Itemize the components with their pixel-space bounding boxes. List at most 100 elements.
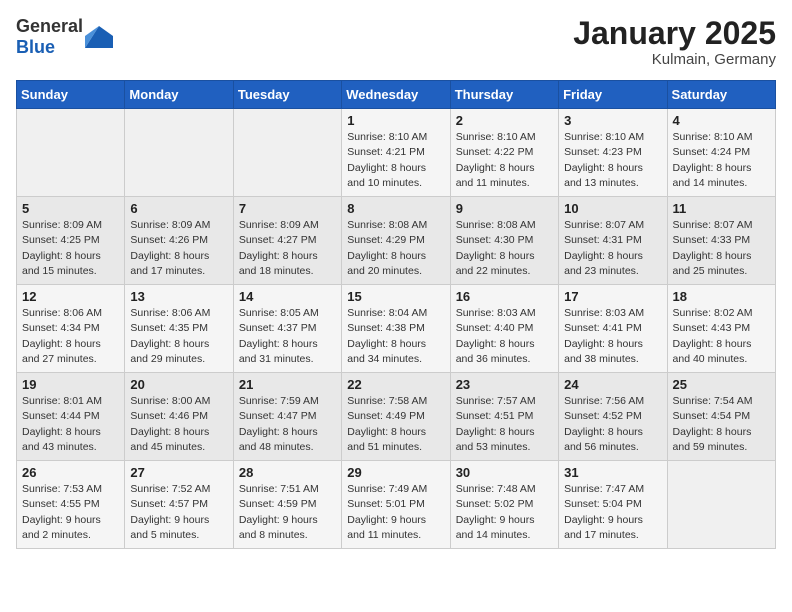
- day-number: 4: [673, 113, 770, 128]
- table-row: 23 Sunrise: 7:57 AMSunset: 4:51 PMDayligh…: [450, 373, 558, 461]
- table-row: 3 Sunrise: 8:10 AMSunset: 4:23 PMDaylight…: [559, 109, 667, 197]
- location: Kulmain, Germany: [573, 51, 776, 68]
- logo-general: General: [16, 16, 83, 36]
- table-row: 30 Sunrise: 7:48 AMSunset: 5:02 PMDayligh…: [450, 461, 558, 549]
- day-number: 16: [456, 289, 553, 304]
- header-sunday: Sunday: [17, 81, 125, 109]
- day-info: Sunrise: 8:10 AMSunset: 4:21 PMDaylight:…: [347, 130, 444, 191]
- day-info: Sunrise: 8:10 AMSunset: 4:23 PMDaylight:…: [564, 130, 661, 191]
- day-number: 13: [130, 289, 227, 304]
- day-info: Sunrise: 8:00 AMSunset: 4:46 PMDaylight:…: [130, 394, 227, 455]
- table-row: [667, 461, 775, 549]
- day-number: 6: [130, 201, 227, 216]
- table-row: 16 Sunrise: 8:03 AMSunset: 4:40 PMDayligh…: [450, 285, 558, 373]
- table-row: [233, 109, 341, 197]
- day-info: Sunrise: 7:59 AMSunset: 4:47 PMDaylight:…: [239, 394, 336, 455]
- day-info: Sunrise: 7:47 AMSunset: 5:04 PMDaylight:…: [564, 482, 661, 543]
- day-info: Sunrise: 7:49 AMSunset: 5:01 PMDaylight:…: [347, 482, 444, 543]
- table-row: 20Sunrise: 8:00 AMSunset: 4:46 PMDayligh…: [125, 373, 233, 461]
- day-number: 27: [130, 465, 227, 480]
- table-row: 24 Sunrise: 7:56 AMSunset: 4:52 PMDayligh…: [559, 373, 667, 461]
- day-info: Sunrise: 8:03 AMSunset: 4:41 PMDaylight:…: [564, 306, 661, 367]
- day-number: 26: [22, 465, 119, 480]
- day-number: 29: [347, 465, 444, 480]
- day-info: Sunrise: 7:51 AMSunset: 4:59 PMDaylight:…: [239, 482, 336, 543]
- table-row: 31 Sunrise: 7:47 AMSunset: 5:04 PMDayligh…: [559, 461, 667, 549]
- table-row: 7Sunrise: 8:09 AMSunset: 4:27 PMDaylight…: [233, 197, 341, 285]
- day-number: 28: [239, 465, 336, 480]
- day-info: Sunrise: 8:06 AMSunset: 4:34 PMDaylight:…: [22, 306, 119, 367]
- day-info: Sunrise: 8:03 AMSunset: 4:40 PMDaylight:…: [456, 306, 553, 367]
- day-number: 30: [456, 465, 553, 480]
- day-info: Sunrise: 8:09 AMSunset: 4:27 PMDaylight:…: [239, 218, 336, 279]
- day-info: Sunrise: 8:08 AMSunset: 4:29 PMDaylight:…: [347, 218, 444, 279]
- day-number: 5: [22, 201, 119, 216]
- logo-blue: Blue: [16, 37, 55, 57]
- day-info: Sunrise: 7:52 AMSunset: 4:57 PMDaylight:…: [130, 482, 227, 543]
- calendar-week-row: 5 Sunrise: 8:09 AMSunset: 4:25 PMDaylight…: [17, 197, 776, 285]
- day-info: Sunrise: 8:09 AMSunset: 4:26 PMDaylight:…: [130, 218, 227, 279]
- calendar-week-row: 1Sunrise: 8:10 AMSunset: 4:21 PMDaylight…: [17, 109, 776, 197]
- month-title: January 2025: [573, 16, 776, 51]
- logo-icon: [85, 26, 113, 48]
- table-row: 2 Sunrise: 8:10 AMSunset: 4:22 PMDaylight…: [450, 109, 558, 197]
- day-number: 24: [564, 377, 661, 392]
- header-thursday: Thursday: [450, 81, 558, 109]
- table-row: 18Sunrise: 8:02 AMSunset: 4:43 PMDayligh…: [667, 285, 775, 373]
- table-row: 19 Sunrise: 8:01 AMSunset: 4:44 PMDayligh…: [17, 373, 125, 461]
- calendar-week-row: 26 Sunrise: 7:53 AMSunset: 4:55 PMDayligh…: [17, 461, 776, 549]
- day-number: 23: [456, 377, 553, 392]
- day-info: Sunrise: 8:05 AMSunset: 4:37 PMDaylight:…: [239, 306, 336, 367]
- day-number: 15: [347, 289, 444, 304]
- table-row: 26 Sunrise: 7:53 AMSunset: 4:55 PMDayligh…: [17, 461, 125, 549]
- table-row: 10 Sunrise: 8:07 AMSunset: 4:31 PMDayligh…: [559, 197, 667, 285]
- logo-text: General Blue: [16, 16, 83, 58]
- day-number: 10: [564, 201, 661, 216]
- day-number: 19: [22, 377, 119, 392]
- day-info: Sunrise: 7:54 AMSunset: 4:54 PMDaylight:…: [673, 394, 770, 455]
- logo: General Blue: [16, 16, 113, 58]
- table-row: 5 Sunrise: 8:09 AMSunset: 4:25 PMDaylight…: [17, 197, 125, 285]
- day-number: 22: [347, 377, 444, 392]
- table-row: 29 Sunrise: 7:49 AMSunset: 5:01 PMDayligh…: [342, 461, 450, 549]
- calendar-header-row: Sunday Monday Tuesday Wednesday Thursday…: [17, 81, 776, 109]
- header-monday: Monday: [125, 81, 233, 109]
- day-info: Sunrise: 8:06 AMSunset: 4:35 PMDaylight:…: [130, 306, 227, 367]
- table-row: 4 Sunrise: 8:10 AMSunset: 4:24 PMDaylight…: [667, 109, 775, 197]
- table-row: 14Sunrise: 8:05 AMSunset: 4:37 PMDayligh…: [233, 285, 341, 373]
- day-info: Sunrise: 7:58 AMSunset: 4:49 PMDaylight:…: [347, 394, 444, 455]
- table-row: [17, 109, 125, 197]
- day-number: 3: [564, 113, 661, 128]
- day-info: Sunrise: 8:01 AMSunset: 4:44 PMDaylight:…: [22, 394, 119, 455]
- table-row: 25Sunrise: 7:54 AMSunset: 4:54 PMDayligh…: [667, 373, 775, 461]
- table-row: 27 Sunrise: 7:52 AMSunset: 4:57 PMDayligh…: [125, 461, 233, 549]
- table-row: 8Sunrise: 8:08 AMSunset: 4:29 PMDaylight…: [342, 197, 450, 285]
- day-info: Sunrise: 8:10 AMSunset: 4:22 PMDaylight:…: [456, 130, 553, 191]
- day-info: Sunrise: 8:08 AMSunset: 4:30 PMDaylight:…: [456, 218, 553, 279]
- day-info: Sunrise: 7:48 AMSunset: 5:02 PMDaylight:…: [456, 482, 553, 543]
- day-info: Sunrise: 7:56 AMSunset: 4:52 PMDaylight:…: [564, 394, 661, 455]
- table-row: 15Sunrise: 8:04 AMSunset: 4:38 PMDayligh…: [342, 285, 450, 373]
- day-info: Sunrise: 8:10 AMSunset: 4:24 PMDaylight:…: [673, 130, 770, 191]
- header-tuesday: Tuesday: [233, 81, 341, 109]
- table-row: 12 Sunrise: 8:06 AMSunset: 4:34 PMDayligh…: [17, 285, 125, 373]
- table-row: 6 Sunrise: 8:09 AMSunset: 4:26 PMDaylight…: [125, 197, 233, 285]
- day-number: 21: [239, 377, 336, 392]
- day-info: Sunrise: 7:53 AMSunset: 4:55 PMDaylight:…: [22, 482, 119, 543]
- table-row: 22 Sunrise: 7:58 AMSunset: 4:49 PMDayligh…: [342, 373, 450, 461]
- day-number: 12: [22, 289, 119, 304]
- title-block: January 2025 Kulmain, Germany: [573, 16, 776, 68]
- day-number: 2: [456, 113, 553, 128]
- day-info: Sunrise: 8:07 AMSunset: 4:31 PMDaylight:…: [564, 218, 661, 279]
- day-info: Sunrise: 8:09 AMSunset: 4:25 PMDaylight:…: [22, 218, 119, 279]
- table-row: 13 Sunrise: 8:06 AMSunset: 4:35 PMDayligh…: [125, 285, 233, 373]
- day-info: Sunrise: 7:57 AMSunset: 4:51 PMDaylight:…: [456, 394, 553, 455]
- day-number: 9: [456, 201, 553, 216]
- day-number: 31: [564, 465, 661, 480]
- day-info: Sunrise: 8:07 AMSunset: 4:33 PMDaylight:…: [673, 218, 770, 279]
- day-number: 17: [564, 289, 661, 304]
- calendar-week-row: 19 Sunrise: 8:01 AMSunset: 4:44 PMDayligh…: [17, 373, 776, 461]
- table-row: 28 Sunrise: 7:51 AMSunset: 4:59 PMDayligh…: [233, 461, 341, 549]
- page-header: General Blue January 2025 Kulmain, Germa…: [16, 16, 776, 68]
- header-friday: Friday: [559, 81, 667, 109]
